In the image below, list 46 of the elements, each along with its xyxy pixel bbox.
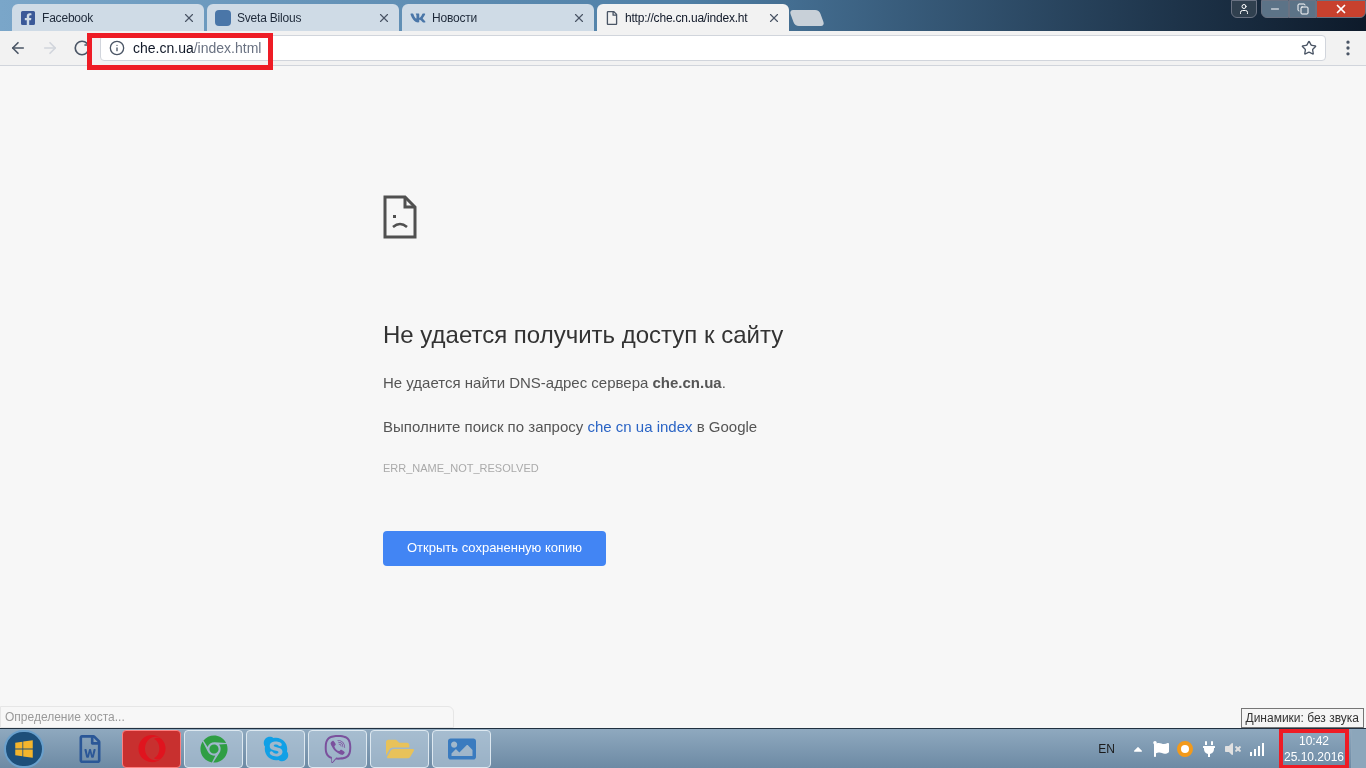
power-plug-icon[interactable] [1201,740,1217,757]
close-button[interactable] [1316,0,1366,18]
info-icon[interactable] [109,40,125,56]
flag-icon[interactable] [1153,740,1169,757]
bookmark-star-icon[interactable] [1301,40,1317,56]
sad-page-icon [383,195,417,239]
chat-s-icon [261,734,290,763]
forward-arrow-icon [41,39,59,57]
page-icon [605,10,619,25]
tab-title: Facebook [42,9,95,27]
status-bubble: Определение хоста... [0,706,454,728]
square-f-icon [20,9,36,26]
start-button[interactable] [4,729,44,768]
tab-title: Sveta Bilous [237,9,303,27]
restore-icon [1296,3,1309,15]
user-icon [1238,3,1250,15]
error-code: ERR_NAME_NOT_RESOLVED [383,461,539,476]
taskbar-button[interactable] [122,729,181,768]
clock-time: 10:42 [1299,732,1329,749]
tooltip: Динамики: без звука [1240,708,1364,728]
browser-tab[interactable]: Sveta Bilous [207,4,399,31]
tab-title: http://che.cn.ua/index.ht [625,9,749,27]
search-link[interactable]: che cn ua index [587,417,693,435]
tab-title: Новости [432,9,479,27]
error-title: Не удается получить доступ к сайту [383,320,784,350]
windows-flag-icon [14,738,34,759]
new-tab-button[interactable] [789,10,825,26]
language-indicator[interactable]: EN [1098,739,1115,758]
address-field[interactable]: che.cn.ua/index.html [100,35,1326,61]
phone-bubble-icon [323,734,352,763]
browser-tab[interactable]: Новости [402,4,594,31]
error-message: Не удается найти DNS-адрес сервера che.cn.ua. [383,373,726,393]
ring-icon[interactable] [1177,740,1193,757]
site-favicon-icon [215,9,231,26]
muted-speaker-icon[interactable] [1225,740,1241,757]
browser-tab[interactable]: http://che.cn.ua/index.ht [597,4,789,31]
ring-icon [137,734,166,763]
open-cached-copy-button[interactable]: Открыть сохраненную копию [383,530,607,566]
close-icon [1334,2,1348,16]
search-suggestion: Выполните поиск по запросу che cn ua index в Google [383,416,758,437]
browser-icon [199,734,228,763]
browser-tab[interactable]: Facebook [12,4,204,31]
clock-date: 25.10.2016 [1283,748,1345,765]
signal-bars-icon[interactable] [1249,741,1265,756]
user-button[interactable] [1231,0,1257,18]
restore-button[interactable] [1289,0,1316,18]
